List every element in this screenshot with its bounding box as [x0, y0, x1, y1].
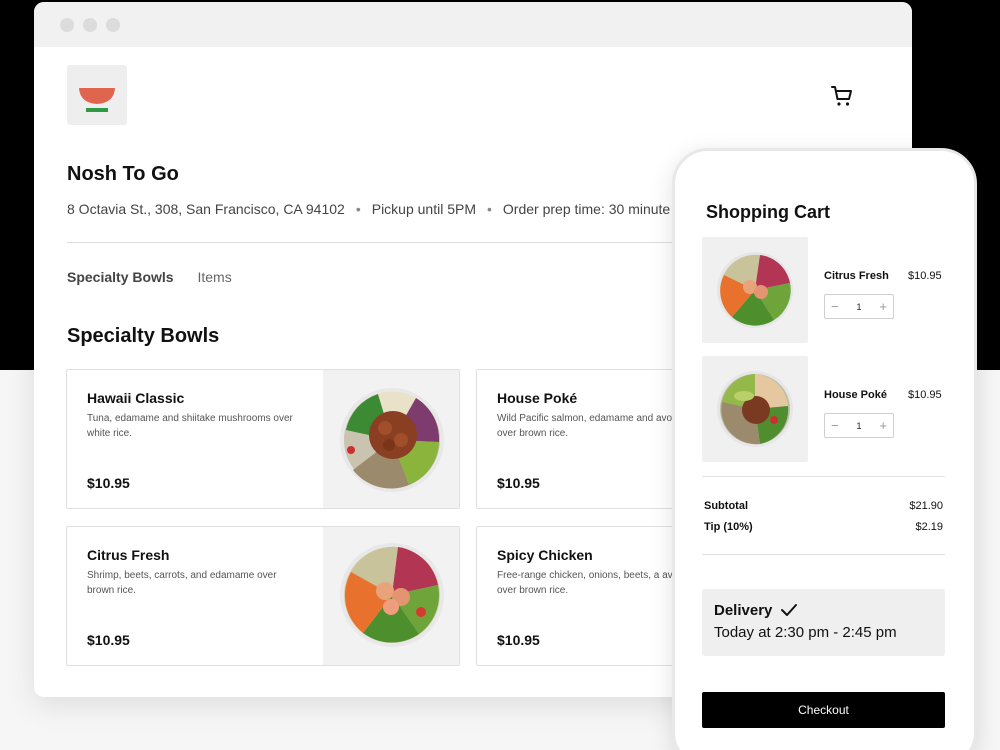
- menu-item-price: $10.95: [87, 475, 130, 491]
- tip-label: Tip (10%): [704, 521, 753, 533]
- poke-bowl-image: [340, 543, 444, 647]
- store-info: 8 Octavia St., 308, San Francisco, CA 94…: [67, 201, 671, 217]
- menu-item-card[interactable]: Citrus Fresh Shrimp, beets, carrots, and…: [66, 526, 460, 666]
- cart-item-price: $10.95: [908, 270, 942, 282]
- cart-item-photo: [702, 356, 808, 462]
- browser-titlebar: [34, 2, 912, 47]
- tab-items[interactable]: Items: [197, 269, 231, 285]
- quantity-value: 1: [856, 301, 862, 312]
- menu-item-name: Hawaii Classic: [87, 390, 185, 406]
- delivery-time: Today at 2:30 pm - 2:45 pm: [714, 624, 897, 641]
- poke-bowl-image: [717, 252, 793, 328]
- poke-bowl-image: [717, 371, 793, 447]
- plus-icon[interactable]: +: [879, 300, 887, 313]
- tab-specialty-bowls[interactable]: Specialty Bowls: [67, 269, 174, 285]
- cart-icon[interactable]: [830, 84, 854, 108]
- cart-item-price: $10.95: [908, 389, 942, 401]
- section-title: Specialty Bowls: [67, 325, 220, 347]
- category-tabs: Specialty Bowls Items: [67, 269, 252, 285]
- checkmark-icon: [781, 604, 797, 616]
- cart-item-photo: [702, 237, 808, 343]
- plus-icon[interactable]: +: [879, 419, 887, 432]
- delivery-title: Delivery: [714, 602, 773, 619]
- menu-item-name: Citrus Fresh: [87, 547, 170, 563]
- menu-item-description: Tuna, edamame and shiitake mushrooms ove…: [87, 413, 293, 439]
- store-name: Nosh To Go: [67, 163, 179, 185]
- menu-item-price: $10.95: [87, 632, 130, 648]
- cart-item-name: House Poké: [824, 389, 887, 401]
- store-address: 8 Octavia St., 308, San Francisco, CA 94…: [67, 201, 345, 217]
- menu-item-name: House Poké: [497, 390, 578, 406]
- menu-item-photo: [323, 527, 459, 665]
- checkout-button[interactable]: Checkout: [702, 692, 945, 728]
- menu-item-photo: [323, 370, 459, 508]
- window-dot-icon: [60, 18, 74, 32]
- divider: [702, 476, 945, 477]
- cart-item-name: Citrus Fresh: [824, 270, 889, 282]
- subtotal-label: Subtotal: [704, 500, 748, 512]
- menu-item-price: $10.95: [497, 632, 540, 648]
- quantity-stepper: − 1 +: [824, 413, 894, 438]
- quantity-value: 1: [856, 420, 862, 431]
- subtotal-value: $21.90: [909, 500, 943, 512]
- menu-item-card[interactable]: Hawaii Classic Tuna, edamame and shiitak…: [66, 369, 460, 509]
- menu-item-name: Spicy Chicken: [497, 547, 593, 563]
- store-logo: [67, 65, 127, 125]
- tip-value: $2.19: [915, 521, 943, 533]
- menu-item-description: Shrimp, beets, carrots, and edamame over…: [87, 570, 277, 596]
- menu-item-price: $10.95: [497, 475, 540, 491]
- delivery-option[interactable]: Delivery Today at 2:30 pm - 2:45 pm: [702, 589, 945, 656]
- bowl-logo-icon: [79, 88, 115, 112]
- minus-icon[interactable]: −: [831, 419, 839, 432]
- window-dot-icon: [106, 18, 120, 32]
- pickup-info: Pickup until 5PM: [371, 201, 477, 217]
- cart-title: Shopping Cart: [706, 202, 830, 222]
- minus-icon[interactable]: −: [831, 300, 839, 313]
- poke-bowl-image: [340, 388, 444, 492]
- window-dot-icon: [83, 18, 97, 32]
- quantity-stepper: − 1 +: [824, 294, 894, 319]
- divider: [702, 554, 945, 555]
- prep-time: Order prep time: 30 minute: [502, 201, 671, 217]
- shopping-cart-panel: Shopping Cart Citrus Fresh $10.95 − 1 +: [672, 148, 977, 750]
